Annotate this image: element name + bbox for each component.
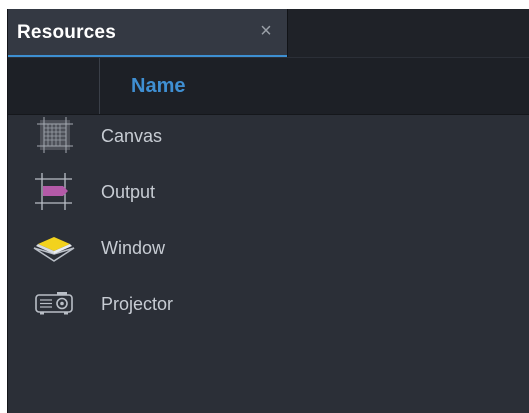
canvas-grid-icon bbox=[32, 115, 76, 159]
list-item-output[interactable]: Output bbox=[8, 171, 529, 227]
tab-resources[interactable]: Resources × bbox=[8, 9, 287, 57]
column-header-row: Name bbox=[8, 58, 529, 115]
tab-title: Resources bbox=[17, 22, 116, 43]
output-icon bbox=[32, 170, 76, 214]
projector-icon bbox=[32, 281, 76, 325]
list-item-label: Window bbox=[101, 238, 166, 258]
list-item-projector[interactable]: Projector bbox=[8, 283, 529, 339]
resources-panel: Resources × Name Canvas Output Window Pr… bbox=[7, 9, 529, 413]
list-item-canvas[interactable]: Canvas bbox=[8, 115, 529, 171]
list-item-label: Projector bbox=[101, 294, 174, 314]
name-column-header[interactable]: Name bbox=[131, 75, 185, 98]
tab-divider bbox=[287, 9, 288, 57]
close-icon[interactable]: × bbox=[255, 20, 277, 42]
column-separator[interactable] bbox=[99, 58, 100, 114]
window-icon bbox=[32, 227, 76, 271]
list-item-label: Output bbox=[101, 182, 156, 202]
list-item-label: Canvas bbox=[101, 126, 163, 146]
tab-bar: Resources × bbox=[8, 9, 529, 57]
list-item-window[interactable]: Window bbox=[8, 227, 529, 283]
